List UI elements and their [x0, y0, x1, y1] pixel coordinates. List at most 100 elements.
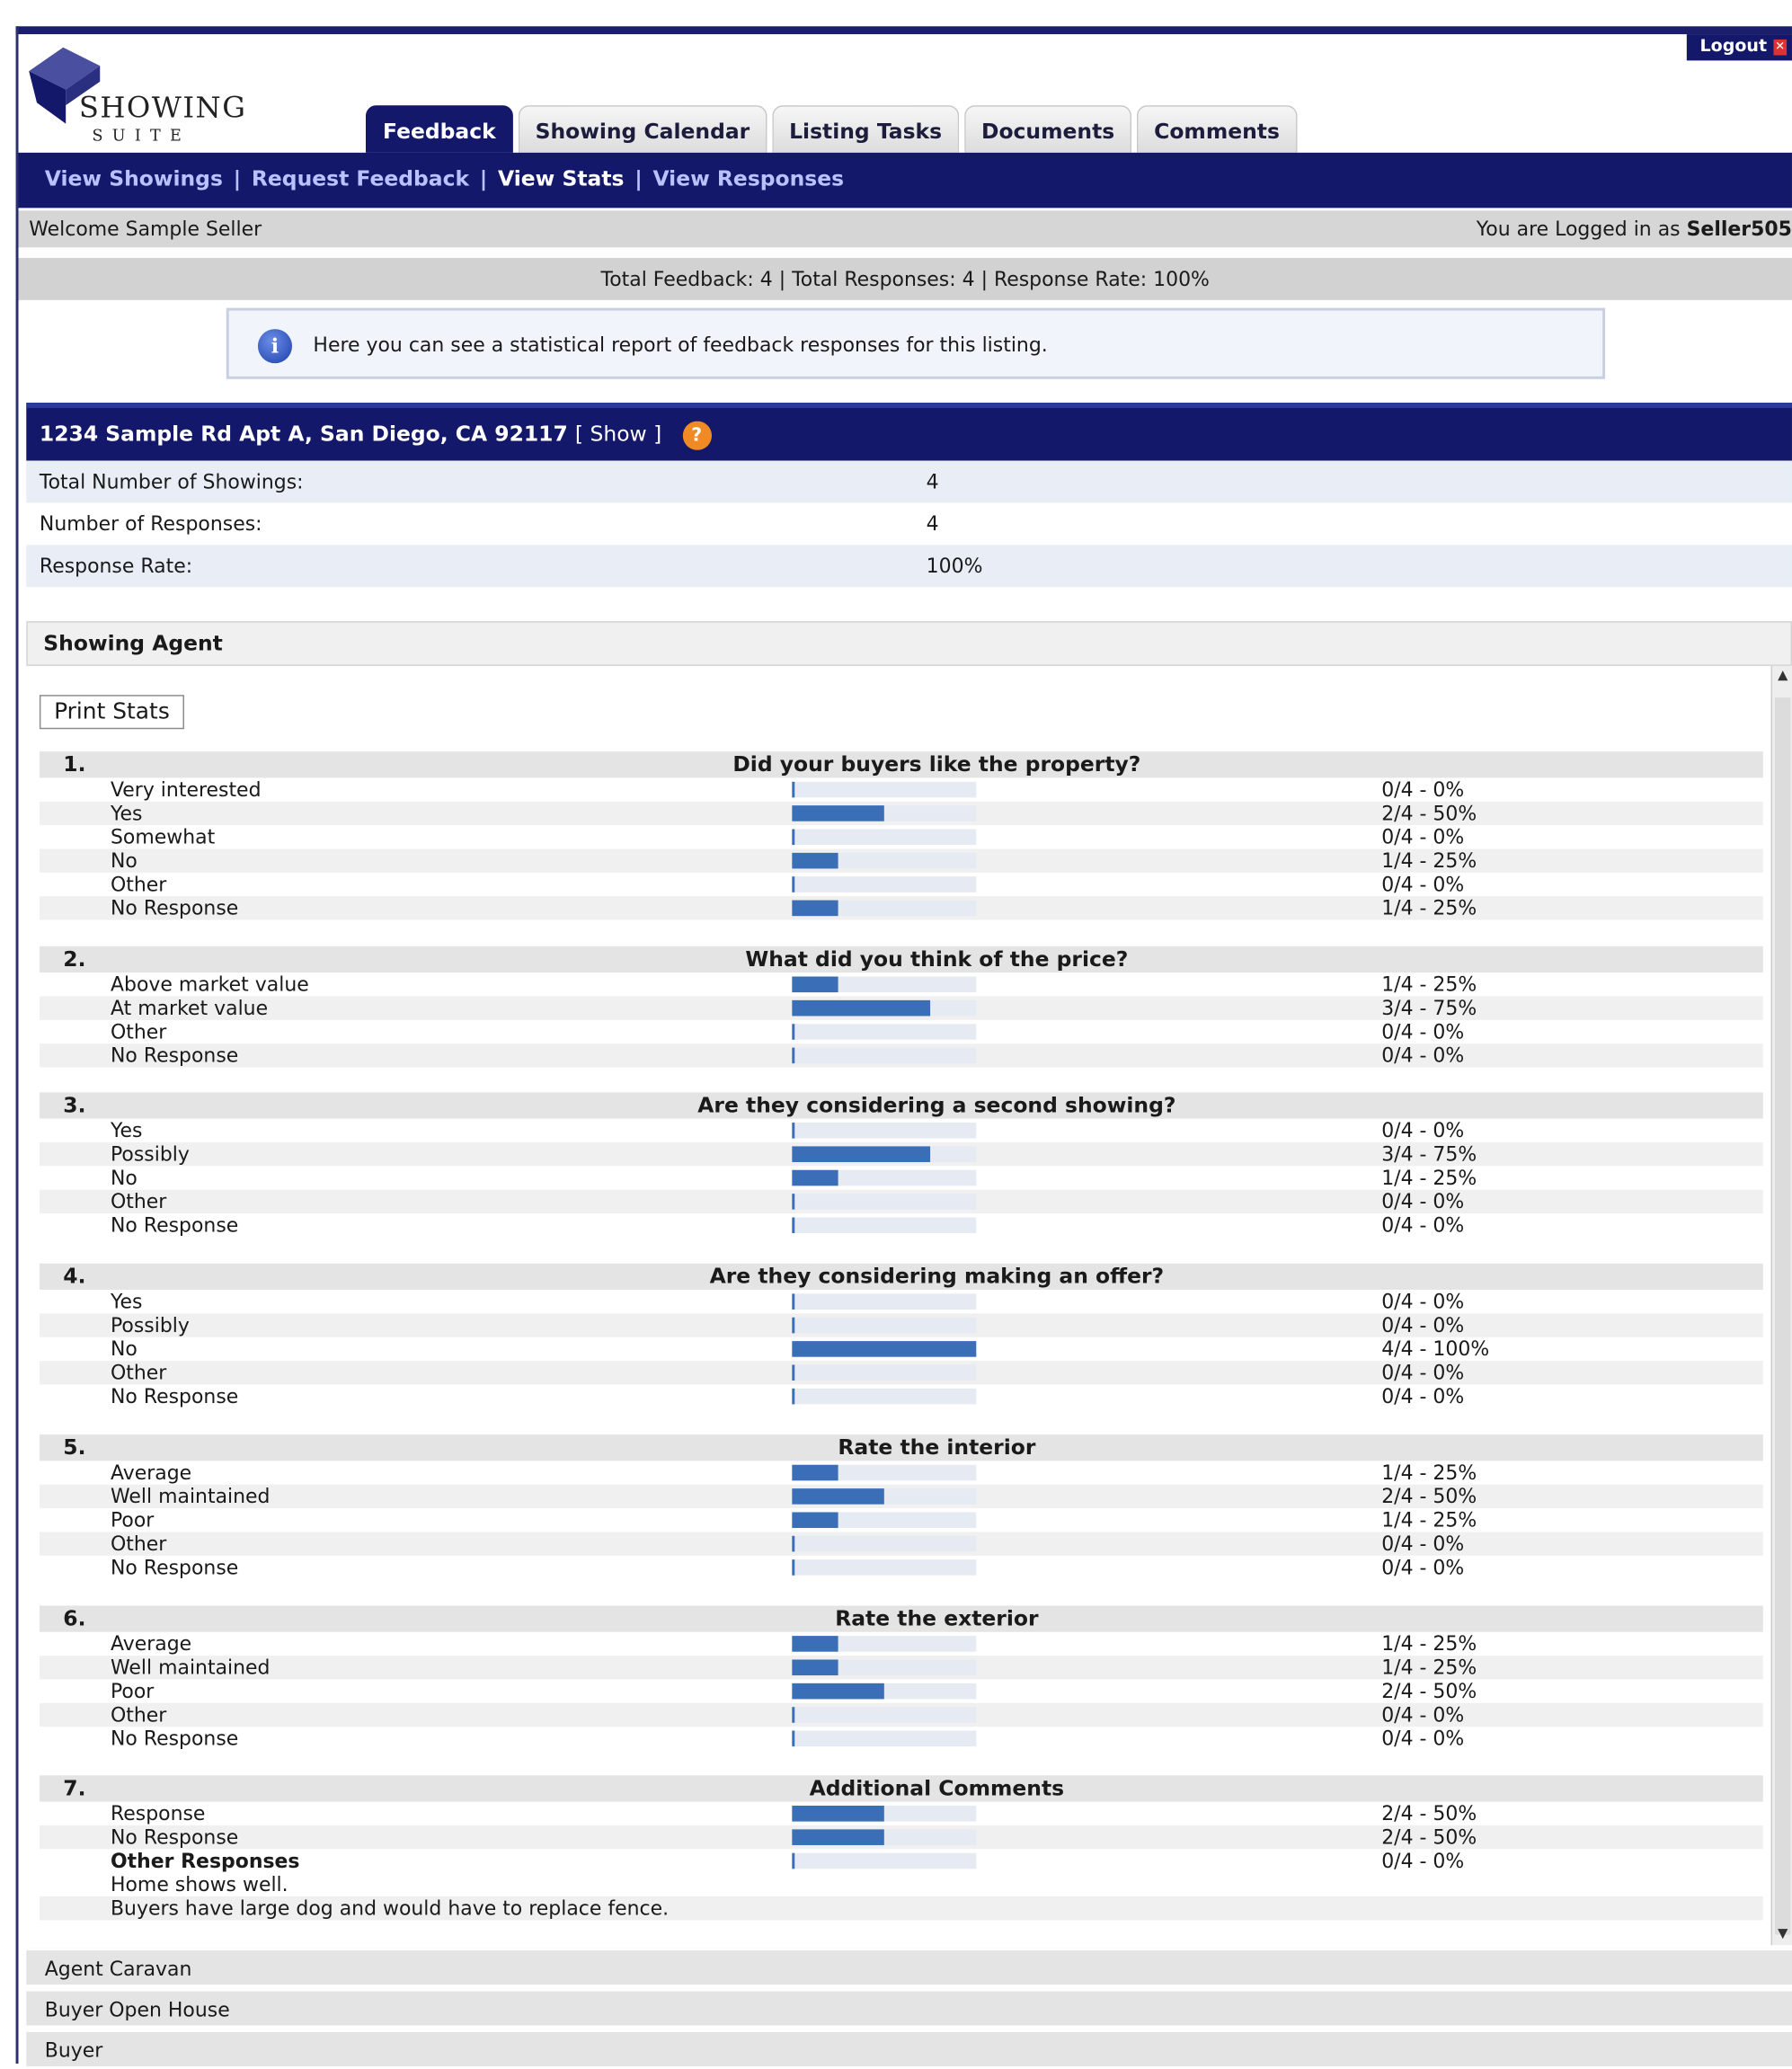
answer-row: Poor 2/4 - 50% [40, 1679, 1763, 1702]
answer-count: 1/4 - 25% [1381, 1166, 1477, 1190]
tab-feedback[interactable]: Feedback [365, 105, 513, 153]
answer-label: No Response [110, 1384, 239, 1408]
subnav-view-showings[interactable]: View Showings [45, 166, 223, 191]
answer-count: 2/4 - 50% [1381, 1484, 1477, 1509]
question-block: 7. Additional Comments Response 2/4 - 50% No… [39, 1775, 1763, 1921]
answer-bar [792, 1464, 838, 1481]
answer-count: 1/4 - 25% [1381, 972, 1477, 997]
answer-bar [792, 1364, 795, 1381]
answer-bar-track [792, 1317, 977, 1334]
answer-count: 1/4 - 25% [1381, 896, 1477, 920]
answer-row: Yes 2/4 - 50% [39, 801, 1763, 826]
logout-button[interactable]: Logout ✕ [1686, 34, 1792, 61]
tab-showing-calendar[interactable]: Showing Calendar [518, 105, 767, 153]
answer-row: Average 1/4 - 25% [40, 1632, 1763, 1656]
scroll-down-icon[interactable]: ▼ [1775, 1927, 1791, 1943]
question-block: 6. Rate the exterior Average 1/4 - 25% Well … [39, 1605, 1763, 1751]
listing-address: 1234 Sample Rd Apt A, San Diego, CA 9211… [39, 421, 568, 447]
answer-label: Yes [110, 801, 143, 826]
print-stats-button[interactable]: Print Stats [39, 695, 184, 730]
scroll-up-icon[interactable]: ▲ [1775, 669, 1791, 685]
subnav-view-responses[interactable]: View Responses [652, 166, 844, 191]
answer-bar-track [792, 1707, 977, 1723]
section-buyer[interactable]: Buyer [26, 2029, 1792, 2066]
scrollbar[interactable]: ▲ ▼ [1770, 665, 1792, 1946]
listing-address-header: 1234 Sample Rd Apt A, San Diego, CA 9211… [26, 403, 1792, 461]
answer-count: 4/4 - 100% [1381, 1336, 1490, 1362]
question-title: Are they considering a second showing? [697, 1092, 1176, 1118]
tab-listing-tasks[interactable]: Listing Tasks [772, 105, 960, 153]
answer-count: 3/4 - 75% [1381, 1142, 1477, 1167]
answer-row: No Response 0/4 - 0% [40, 1556, 1763, 1579]
answer-count: 0/4 - 0% [1381, 825, 1465, 849]
answer-bar-track [792, 1364, 977, 1381]
answer-label: Other [110, 1532, 167, 1556]
question-title: Additional Comments [809, 1775, 1065, 1801]
answer-label: Other [110, 872, 167, 897]
answer-row: Other 0/4 - 0% [40, 873, 1763, 896]
answer-row: No Response 0/4 - 0% [40, 1727, 1763, 1750]
subnav-request-feedback[interactable]: Request Feedback [252, 166, 469, 191]
question-block: 3. Are they considering a second showing?… [39, 1092, 1763, 1237]
info-text: Here you can see a statistical report of… [313, 333, 1048, 357]
answer-count: 1/4 - 25% [1381, 1656, 1477, 1680]
answer-label: No Response [110, 1555, 239, 1580]
answer-count: 0/4 - 0% [1381, 1849, 1465, 1873]
answer-count: 0/4 - 0% [1381, 1043, 1465, 1068]
stat-row: Response Rate: 100% [26, 545, 1792, 588]
answer-bar-track [792, 1024, 977, 1040]
showingsuite-logo[interactable]: SHOWING SUITE [23, 45, 245, 150]
answer-bar [792, 1217, 795, 1234]
question-header: 4. Are they considering making an offer? [39, 1263, 1763, 1291]
subnav-view-stats[interactable]: View Stats [498, 166, 624, 191]
answer-bar-track [792, 876, 977, 892]
answer-label: No [110, 1336, 138, 1362]
help-icon[interactable]: ? [682, 420, 712, 450]
answer-label: No [110, 1166, 138, 1190]
stat-value: 100% [926, 554, 983, 578]
answer-count: 0/4 - 0% [1381, 1290, 1465, 1314]
answer-label: Response [110, 1801, 206, 1825]
answer-label: No Response [110, 1727, 239, 1751]
answer-row: Possibly 0/4 - 0% [39, 1313, 1763, 1337]
tab-comments[interactable]: Comments [1137, 105, 1297, 153]
answer-label: Well maintained [110, 1484, 271, 1509]
section-agent-caravan[interactable]: Agent Caravan [26, 1948, 1792, 1985]
answer-label: Above market value [110, 972, 309, 997]
answer-bar [792, 1341, 977, 1357]
answer-row: Possibly 3/4 - 75% [39, 1142, 1763, 1167]
logo-subtitle: SUITE [92, 126, 191, 146]
question-title: Rate the exterior [835, 1605, 1039, 1631]
section-buyer-open-house[interactable]: Buyer Open House [26, 1988, 1792, 2026]
answer-bar [792, 1488, 884, 1505]
answer-bar-track [792, 1123, 977, 1139]
answer-label: Possibly [110, 1313, 190, 1337]
answer-label: Other [110, 1019, 167, 1044]
answer-bar [792, 1852, 795, 1869]
subnav-separator: | [233, 165, 242, 191]
answer-count: 2/4 - 50% [1381, 1679, 1477, 1703]
question-header: 6. Rate the exterior [39, 1605, 1763, 1632]
stat-label: Number of Responses: [39, 511, 262, 536]
answer-bar [792, 1730, 795, 1747]
question-header: 5. Rate the interior [39, 1434, 1763, 1461]
tab-documents[interactable]: Documents [963, 105, 1132, 153]
answer-count: 3/4 - 75% [1381, 996, 1477, 1020]
info-icon: i [257, 329, 293, 364]
show-listing-link[interactable]: [ Show ] [575, 422, 661, 447]
answer-bar [792, 1194, 795, 1210]
answer-bar-track [792, 1388, 977, 1405]
scroll-thumb[interactable] [1774, 697, 1791, 1935]
question-header: 3. Are they considering a second showing? [39, 1092, 1763, 1119]
answer-label: Other Responses [110, 1849, 300, 1873]
answer-label: Possibly [110, 1142, 190, 1167]
answer-bar [792, 852, 838, 869]
answer-label: Other [110, 1361, 167, 1385]
answer-bar [792, 976, 838, 993]
question-title: Are they considering making an offer? [709, 1263, 1165, 1289]
answer-count: 2/4 - 50% [1381, 1825, 1477, 1850]
section-header-showing-agent[interactable]: Showing Agent [26, 621, 1792, 666]
answer-label: Somewhat [110, 825, 216, 849]
answer-bar [792, 876, 795, 892]
answer-row: Well maintained 2/4 - 50% [39, 1484, 1763, 1509]
